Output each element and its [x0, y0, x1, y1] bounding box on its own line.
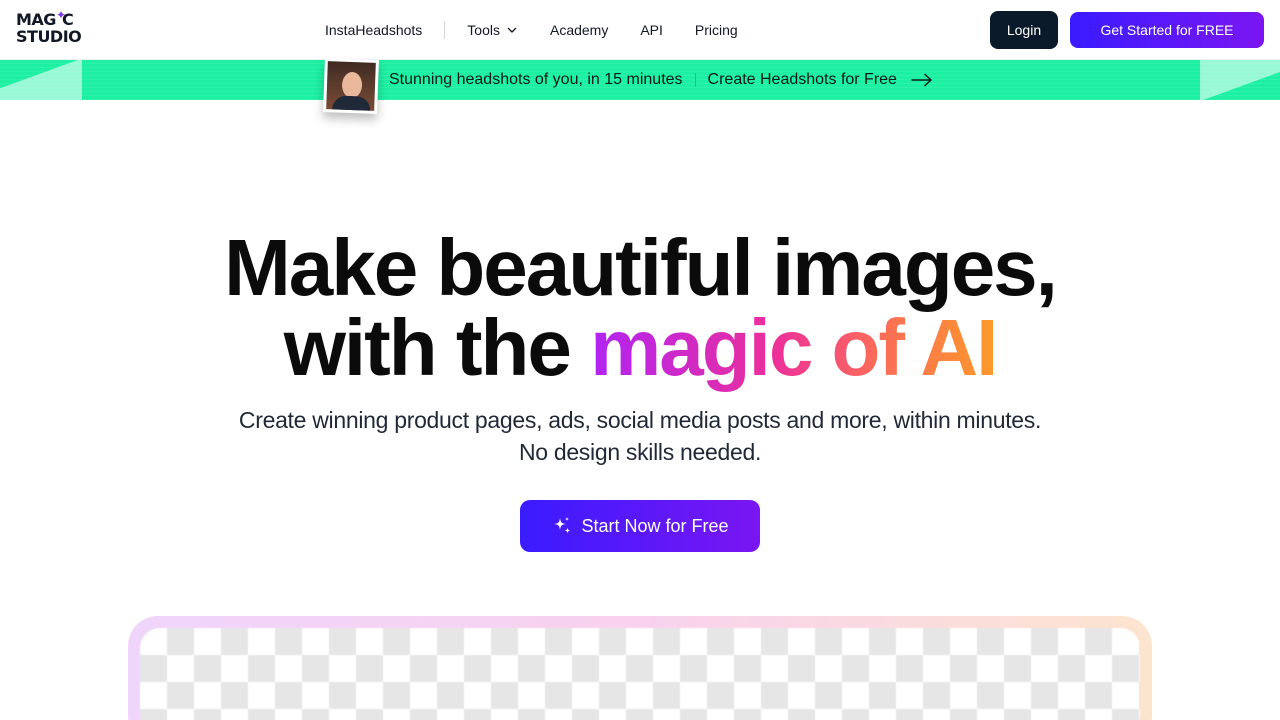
transparent-canvas: [140, 628, 1140, 720]
promo-text: Stunning headshots of you, in 15 minutes: [389, 71, 683, 88]
nav-label: InstaHeadshots: [325, 22, 423, 38]
start-now-label: Start Now for Free: [581, 515, 729, 536]
hero-subtitle-line1: Create winning product pages, ads, socia…: [238, 407, 1042, 433]
hero-subtitle: Create winning product pages, ads, socia…: [0, 404, 1280, 468]
nav-divider: [444, 21, 446, 39]
arrow-right-icon[interactable]: [911, 73, 933, 87]
promo-content: Stunning headshots of you, in 15 minutes…: [389, 60, 933, 100]
hero-title-gradient: magic of AI: [590, 303, 998, 392]
sparkle-icon: ✦: [56, 8, 67, 22]
hero-title-line2: with the: [283, 303, 572, 392]
login-button[interactable]: Login: [990, 11, 1058, 49]
promo-divider: [694, 73, 696, 87]
nav-label: Academy: [549, 22, 609, 38]
start-now-button[interactable]: Start Now for Free: [520, 500, 760, 552]
magic-studio-logo[interactable]: MAG C ✦ STUDIO: [16, 8, 82, 49]
get-started-button[interactable]: Get Started for FREE: [1070, 12, 1264, 48]
banner-decoration-right: [1200, 60, 1280, 100]
main-nav: InstaHeadshots Tools Academy API Pricing: [325, 0, 738, 60]
nav-label: Tools: [467, 22, 500, 38]
nav-item-api[interactable]: API: [640, 22, 663, 38]
image-preview-frame: [128, 616, 1152, 720]
headshot-photo: [323, 58, 379, 114]
nav-item-pricing[interactable]: Pricing: [695, 22, 738, 38]
hero-title-line1: Make beautiful images,: [224, 223, 1058, 312]
nav-item-academy[interactable]: Academy: [550, 22, 608, 38]
hero-title: Make beautiful images, with the magic of…: [0, 228, 1280, 388]
nav-label: API: [640, 22, 663, 38]
top-navbar: MAG C ✦ STUDIO InstaHeadshots Tools Acade…: [0, 0, 1280, 60]
logo-text-bottom: STUDIO: [16, 27, 82, 46]
nav-item-instaheadshots[interactable]: InstaHeadshots: [325, 22, 422, 38]
chevron-down-icon: [507, 27, 517, 33]
nav-item-tools[interactable]: Tools: [467, 22, 518, 38]
hero-subtitle-line2: No design skills needed.: [518, 439, 762, 465]
create-headshots-link[interactable]: Create Headshots for Free: [708, 71, 897, 89]
sparkles-icon: [554, 517, 571, 534]
banner-decoration-left: [0, 60, 82, 100]
nav-label: Pricing: [694, 22, 738, 38]
